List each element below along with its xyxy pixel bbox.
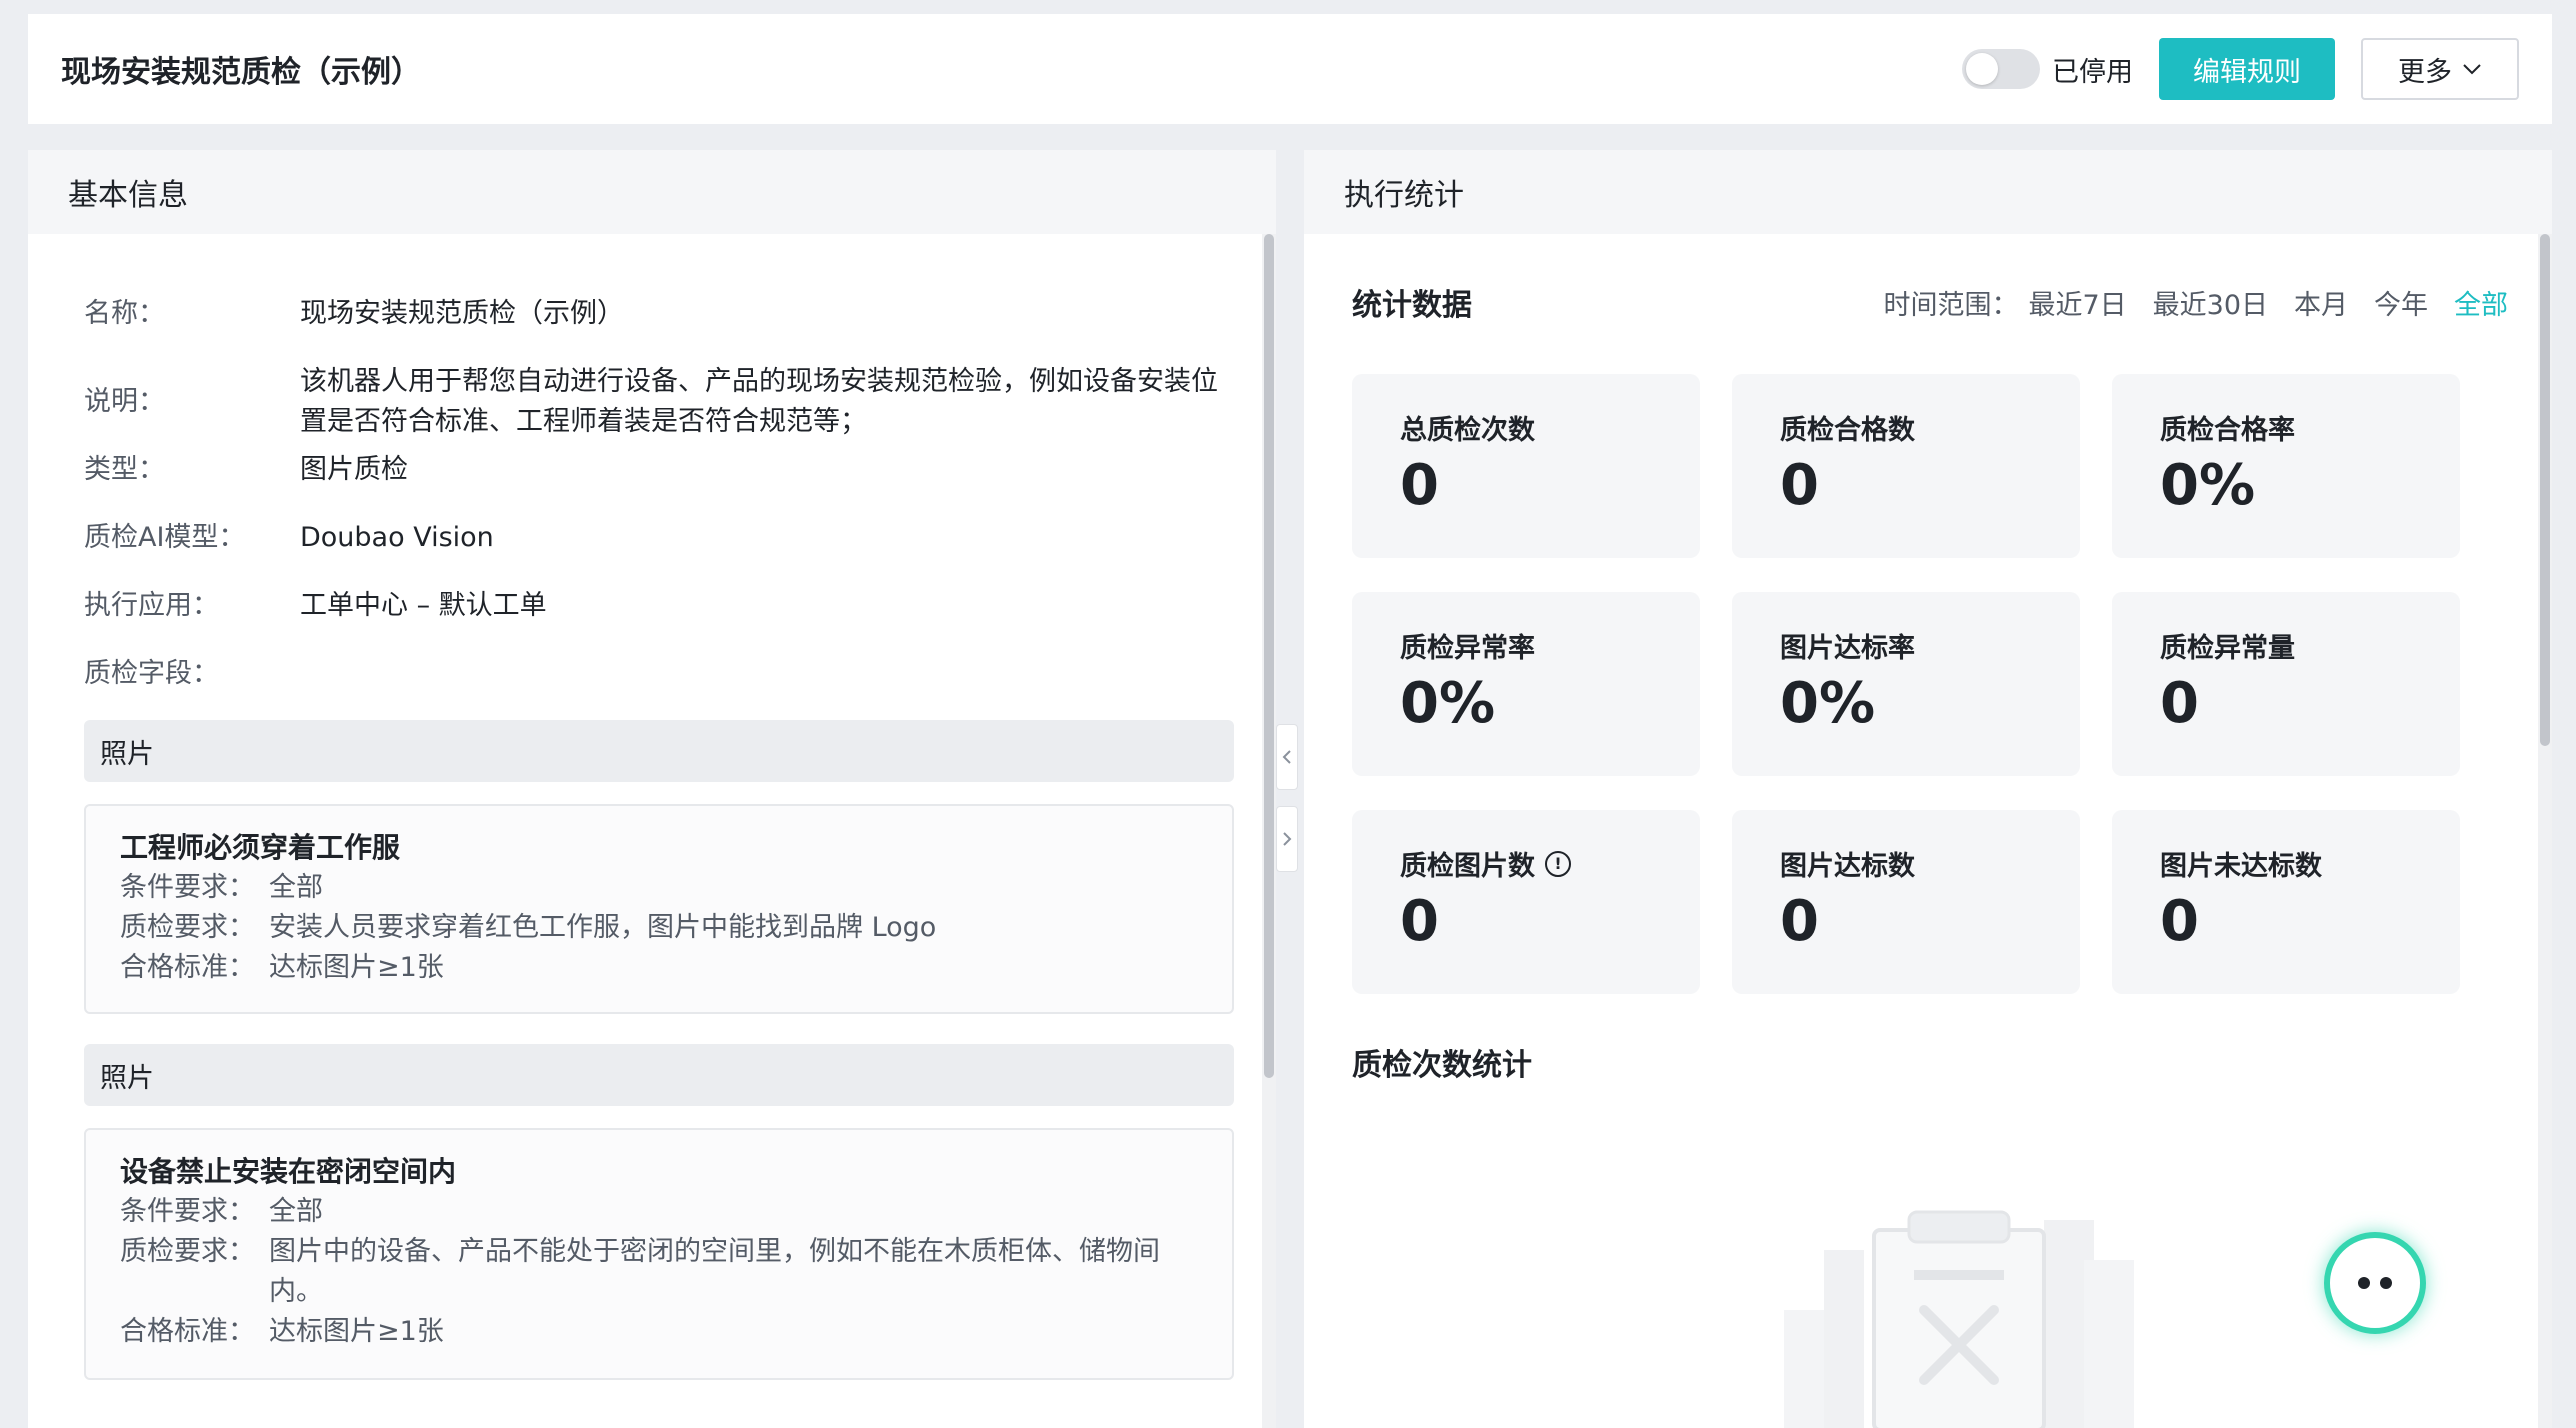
stat-value: 0%	[1780, 671, 1876, 736]
stat-label: 图片未达标数	[2160, 851, 2322, 882]
chevron-left-icon	[1282, 750, 1291, 764]
collapse-left-button[interactable]	[1276, 724, 1298, 790]
info-label: 说明：	[84, 386, 165, 417]
empty-state-illustration	[1784, 1210, 2134, 1428]
info-value: 该机器人用于帮您自动进行设备、产品的现场安装规范检验，例如设备安装位置是否符合标…	[300, 366, 1218, 437]
scrollbar-thumb[interactable]	[2540, 234, 2550, 746]
stat-card-image-count: 质检图片数 ! 0	[1352, 810, 1700, 994]
time-range: 时间范围： 最近7日 最近30日 本月 今年 全部	[1883, 283, 2508, 322]
rule-standard-value: 达标图片≥1张	[269, 952, 444, 983]
stats-title: 统计数据	[1352, 288, 1472, 323]
rule-card: 工程师必须穿着工作服 条件要求： 全部 质检要求： 安装人员要求穿着红色工作服，…	[84, 804, 1234, 1014]
range-option-year[interactable]: 今年	[2374, 283, 2428, 322]
info-value: Doubao Vision	[300, 522, 494, 553]
rule-standard: 合格标准： 达标图片≥1张	[120, 948, 1198, 988]
assistant-eye	[2380, 1277, 2392, 1289]
info-label: 名称：	[84, 298, 165, 329]
rule-card: 设备禁止安装在密闭空间内 条件要求： 全部 质检要求： 图片中的设备、产品不能处…	[84, 1128, 1234, 1380]
more-button[interactable]: 更多	[2361, 38, 2519, 100]
execution-scrollbar[interactable]	[2538, 234, 2552, 1428]
collapse-right-button[interactable]	[1276, 806, 1298, 872]
toggle-knob	[1966, 53, 1998, 85]
page-header: 现场安装规范质检（示例） 已停用 编辑规则 更多	[28, 14, 2552, 124]
more-button-label: 更多	[2398, 56, 2452, 88]
field-header: 照片	[84, 1044, 1234, 1106]
stat-card-image-passed: 图片达标数 0	[1732, 810, 2080, 994]
stat-label-text: 质检图片数	[1400, 851, 1535, 882]
rule-requirement-value: 图片中的设备、产品不能处于密闭的空间里，例如不能在木质柜体、储物间内。	[269, 1236, 1160, 1307]
rule-condition-value: 全部	[269, 872, 323, 903]
rule-condition-value: 全部	[269, 1196, 323, 1227]
status-toggle[interactable]	[1962, 49, 2040, 89]
assistant-eye	[2358, 1277, 2370, 1289]
rule-condition: 条件要求： 全部	[120, 1192, 1198, 1232]
range-option-30d[interactable]: 最近30日	[2153, 283, 2268, 322]
stat-card-pass-count: 质检合格数 0	[1732, 374, 2080, 558]
stat-label: 图片达标率	[1780, 633, 1915, 664]
time-range-label: 时间范围：	[1883, 289, 2019, 321]
rule-requirement-value: 安装人员要求穿着红色工作服，图片中能找到品牌 Logo	[269, 912, 937, 943]
field-header: 照片	[84, 720, 1234, 782]
stat-card-anomaly-count: 质检异常量 0	[2112, 592, 2460, 776]
stat-card-image-failed: 图片未达标数 0	[2112, 810, 2460, 994]
rule-standard: 合格标准： 达标图片≥1张	[120, 1312, 1198, 1352]
scrollbar-thumb[interactable]	[1264, 234, 1274, 1078]
count-section-title: 质检次数统计	[1352, 1048, 1532, 1083]
rule-condition-label: 条件要求：	[120, 872, 255, 903]
edit-rule-button[interactable]: 编辑规则	[2159, 38, 2335, 100]
stat-label: 质检合格率	[2160, 415, 2295, 446]
rule-condition: 条件要求： 全部	[120, 868, 1198, 908]
rule-requirement: 质检要求： 图片中的设备、产品不能处于密闭的空间里，例如不能在木质柜体、储物间内…	[120, 1232, 1198, 1312]
stats-header: 统计数据 时间范围： 最近7日 最近30日 本月 今年 全部	[1352, 280, 2508, 324]
range-option-all[interactable]: 全部	[2454, 283, 2508, 322]
stat-value: 0	[1780, 889, 1819, 954]
page-title: 现场安装规范质检（示例）	[61, 55, 421, 90]
chevron-right-icon	[1283, 832, 1292, 846]
stat-card-pass-rate: 质检合格率 0%	[2112, 374, 2460, 558]
stat-label: 图片达标数	[1780, 851, 1915, 882]
rule-title: 工程师必须穿着工作服	[120, 831, 401, 864]
stat-value: 0	[1400, 889, 1439, 954]
info-label: 质检字段：	[84, 658, 219, 689]
stat-value: 0	[2160, 671, 2199, 736]
rule-condition-label: 条件要求：	[120, 1196, 255, 1227]
basic-info-panel: 基本信息 名称： 现场安装规范质检（示例） 说明： 该机器人用于帮您自动进行设备…	[28, 150, 1276, 1428]
basic-info-title: 基本信息	[28, 150, 1276, 234]
basic-info-scrollbar[interactable]	[1262, 234, 1276, 1428]
stat-card-anomaly-rate: 质检异常率 0%	[1352, 592, 1700, 776]
assistant-bot-icon[interactable]	[2324, 1232, 2426, 1334]
stat-value: 0	[2160, 889, 2199, 954]
info-label: 类型：	[84, 454, 165, 485]
info-value: 现场安装规范质检（示例）	[300, 298, 624, 329]
stat-label: 质检异常量	[2160, 633, 2295, 664]
stat-value: 0	[1780, 453, 1819, 518]
stat-card-total-checks: 总质检次数 0	[1352, 374, 1700, 558]
stat-value: 0%	[2160, 453, 2256, 518]
stat-value: 0	[1400, 453, 1439, 518]
stat-label: 质检合格数	[1780, 415, 1915, 446]
rule-standard-label: 合格标准：	[120, 1316, 255, 1347]
stat-value: 0%	[1400, 671, 1496, 736]
range-option-month[interactable]: 本月	[2294, 283, 2348, 322]
stat-label: 总质检次数	[1400, 415, 1535, 446]
info-value: 工单中心 – 默认工单	[300, 590, 547, 621]
rule-standard-label: 合格标准：	[120, 952, 255, 983]
rule-requirement-label: 质检要求：	[120, 912, 255, 943]
stat-label: 质检异常率	[1400, 633, 1535, 664]
stat-card-image-pass-rate: 图片达标率 0%	[1732, 592, 2080, 776]
execution-title: 执行统计	[1304, 150, 2552, 234]
info-label: 执行应用：	[84, 590, 219, 621]
rule-title: 设备禁止安装在密闭空间内	[120, 1155, 457, 1188]
chevron-down-icon	[2463, 64, 2481, 75]
info-value: 图片质检	[300, 454, 408, 485]
range-option-7d[interactable]: 最近7日	[2028, 283, 2126, 322]
status-toggle-label: 已停用	[2052, 56, 2133, 88]
stat-label-with-info: 质检图片数 !	[1400, 844, 1652, 883]
rule-standard-value: 达标图片≥1张	[269, 1316, 444, 1347]
rule-requirement: 质检要求： 安装人员要求穿着红色工作服，图片中能找到品牌 Logo	[120, 908, 1198, 948]
rule-requirement-label: 质检要求：	[120, 1236, 255, 1267]
info-circle-icon[interactable]: !	[1545, 850, 1571, 877]
info-label: 质检AI模型：	[84, 522, 246, 553]
